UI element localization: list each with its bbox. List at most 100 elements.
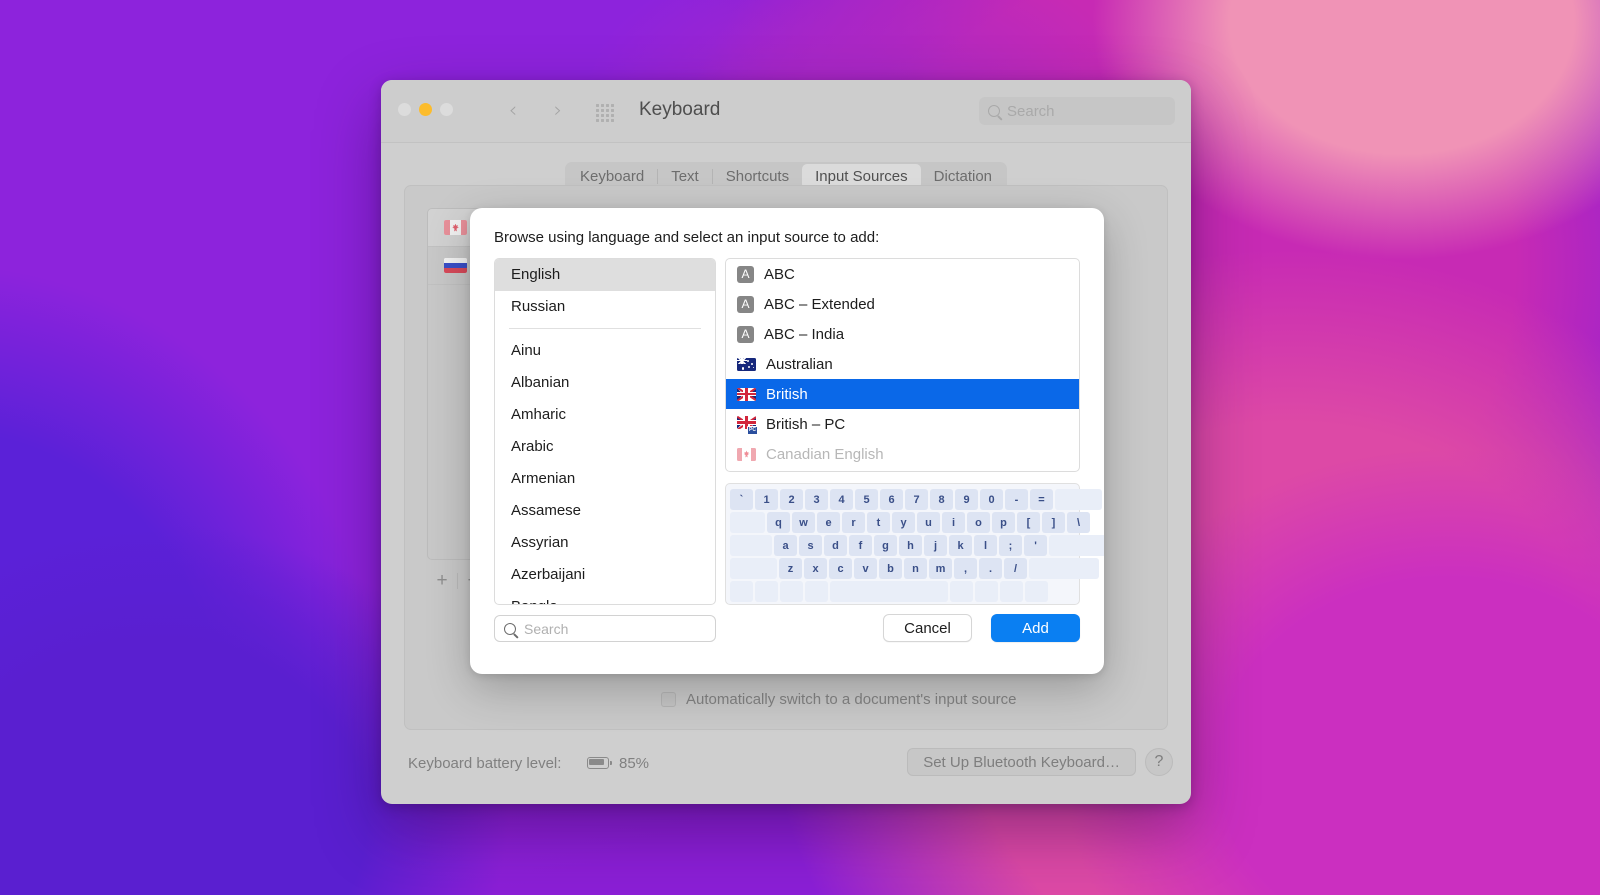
abc-keyboard-icon: A: [737, 295, 754, 313]
auto-switch-option[interactable]: Automatically switch to a document's inp…: [661, 691, 1017, 708]
key-arrow-updown: [1025, 581, 1048, 602]
key-9: 9: [955, 489, 978, 510]
close-window-button[interactable]: [398, 103, 411, 116]
abc-keyboard-icon: A: [737, 325, 754, 343]
back-icon[interactable]: ‹: [502, 99, 524, 123]
key-l: l: [974, 535, 997, 556]
source-item-abc[interactable]: A ABC: [726, 259, 1079, 289]
key-bracket-right: ]: [1042, 512, 1065, 533]
key-n: n: [904, 558, 927, 579]
key-4: 4: [830, 489, 853, 510]
key-f: f: [849, 535, 872, 556]
key-space: [830, 581, 948, 602]
language-item-ainu[interactable]: Ainu: [495, 335, 715, 367]
search-icon: [504, 622, 516, 635]
language-search-placeholder: Search: [524, 620, 569, 637]
keyboard-layout-preview: ` 1 2 3 4 5 6 7 8 9 0 - = q w e r t y u …: [725, 483, 1104, 605]
key-equals: =: [1030, 489, 1053, 510]
keyboard-row: z x c v b n m , . /: [730, 558, 1099, 580]
battery-level-label: Keyboard battery level:: [408, 755, 562, 772]
key-period: .: [979, 558, 1002, 579]
forward-icon[interactable]: ›: [547, 99, 569, 123]
window-titlebar: ‹ › Keyboard Search: [381, 80, 1191, 143]
source-item-label: ABC – Extended: [764, 295, 875, 313]
traffic-lights: [398, 103, 453, 116]
key-3: 3: [805, 489, 828, 510]
british-flag-icon: [737, 387, 756, 401]
key-2: 2: [780, 489, 803, 510]
key-bracket-left: [: [1017, 512, 1040, 533]
key-m: m: [929, 558, 952, 579]
key-t: t: [867, 512, 890, 533]
british-pc-flag-icon: PC: [737, 416, 758, 435]
auto-switch-checkbox[interactable]: [661, 692, 676, 707]
language-item-bangla[interactable]: Bangla: [495, 591, 715, 604]
source-item-label: British – PC: [766, 415, 846, 433]
show-all-grid-icon[interactable]: [596, 104, 614, 122]
key-control: [755, 581, 778, 602]
source-item-abc-extended[interactable]: A ABC – Extended: [726, 289, 1079, 319]
key-semicolon: ;: [999, 535, 1022, 556]
language-item-azerbaijani[interactable]: Azerbaijani: [495, 559, 715, 591]
key-command-right: [950, 581, 973, 602]
language-search-input[interactable]: Search: [494, 615, 716, 642]
source-item-british-pc[interactable]: PC British – PC: [726, 409, 1079, 439]
source-item-label: British: [766, 385, 808, 403]
pc-badge: PC: [747, 426, 758, 435]
key-h: h: [899, 535, 922, 556]
key-r: r: [842, 512, 865, 533]
set-up-bluetooth-keyboard-button[interactable]: Set Up Bluetooth Keyboard…: [907, 748, 1136, 776]
key-o: o: [967, 512, 990, 533]
source-item-australian[interactable]: Australian: [726, 349, 1079, 379]
add-input-source-button[interactable]: +: [427, 569, 457, 593]
key-delete: [1055, 489, 1102, 510]
language-item-assyrian[interactable]: Assyrian: [495, 527, 715, 559]
language-item-russian[interactable]: Russian: [495, 291, 715, 323]
key-d: d: [824, 535, 847, 556]
source-item-british[interactable]: British: [726, 379, 1079, 409]
key-5: 5: [855, 489, 878, 510]
language-item-amharic[interactable]: Amharic: [495, 399, 715, 431]
russian-flag-icon: [444, 258, 467, 273]
key-i: i: [942, 512, 965, 533]
key-y: y: [892, 512, 915, 533]
minimize-window-button[interactable]: [419, 103, 432, 116]
key-quote: ': [1024, 535, 1047, 556]
keyboard-row: [730, 581, 1075, 603]
language-item-albanian[interactable]: Albanian: [495, 367, 715, 399]
key-e: e: [817, 512, 840, 533]
language-item-assamese[interactable]: Assamese: [495, 495, 715, 527]
key-w: w: [792, 512, 815, 533]
key-arrow-left: [1000, 581, 1023, 602]
source-item-abc-india[interactable]: A ABC – India: [726, 319, 1079, 349]
key-v: v: [854, 558, 877, 579]
help-button[interactable]: ?: [1145, 748, 1173, 776]
add-button[interactable]: Add: [991, 614, 1080, 642]
key-6: 6: [880, 489, 903, 510]
auto-switch-label: Automatically switch to a document's inp…: [686, 691, 1017, 708]
toolbar-search-field[interactable]: Search: [979, 97, 1175, 125]
language-item-arabic[interactable]: Arabic: [495, 431, 715, 463]
battery-icon: [587, 757, 612, 769]
search-icon: [988, 105, 1000, 117]
key-b: b: [879, 558, 902, 579]
cancel-button[interactable]: Cancel: [883, 614, 972, 642]
abc-keyboard-icon: A: [737, 265, 754, 283]
input-source-results-list[interactable]: A ABC A ABC – Extended A ABC – India Aus…: [725, 258, 1080, 472]
toolbar-search-placeholder: Search: [1007, 102, 1055, 120]
key-tab: [730, 512, 765, 533]
key-u: u: [917, 512, 940, 533]
key-return: [1049, 535, 1104, 556]
key-g: g: [874, 535, 897, 556]
language-item-english[interactable]: English: [495, 259, 715, 291]
australian-flag-icon: [737, 357, 756, 371]
key-backslash: \: [1067, 512, 1090, 533]
source-item-label: ABC – India: [764, 325, 845, 343]
language-item-armenian[interactable]: Armenian: [495, 463, 715, 495]
language-list[interactable]: English Russian Ainu Albanian Amharic Ar…: [494, 258, 716, 605]
key-s: s: [799, 535, 822, 556]
zoom-window-button[interactable]: [440, 103, 453, 116]
add-input-source-sheet: Browse using language and select an inpu…: [470, 208, 1104, 674]
key-shift-left: [730, 558, 777, 579]
keyboard-row: q w e r t y u i o p [ ] \: [730, 512, 1090, 534]
